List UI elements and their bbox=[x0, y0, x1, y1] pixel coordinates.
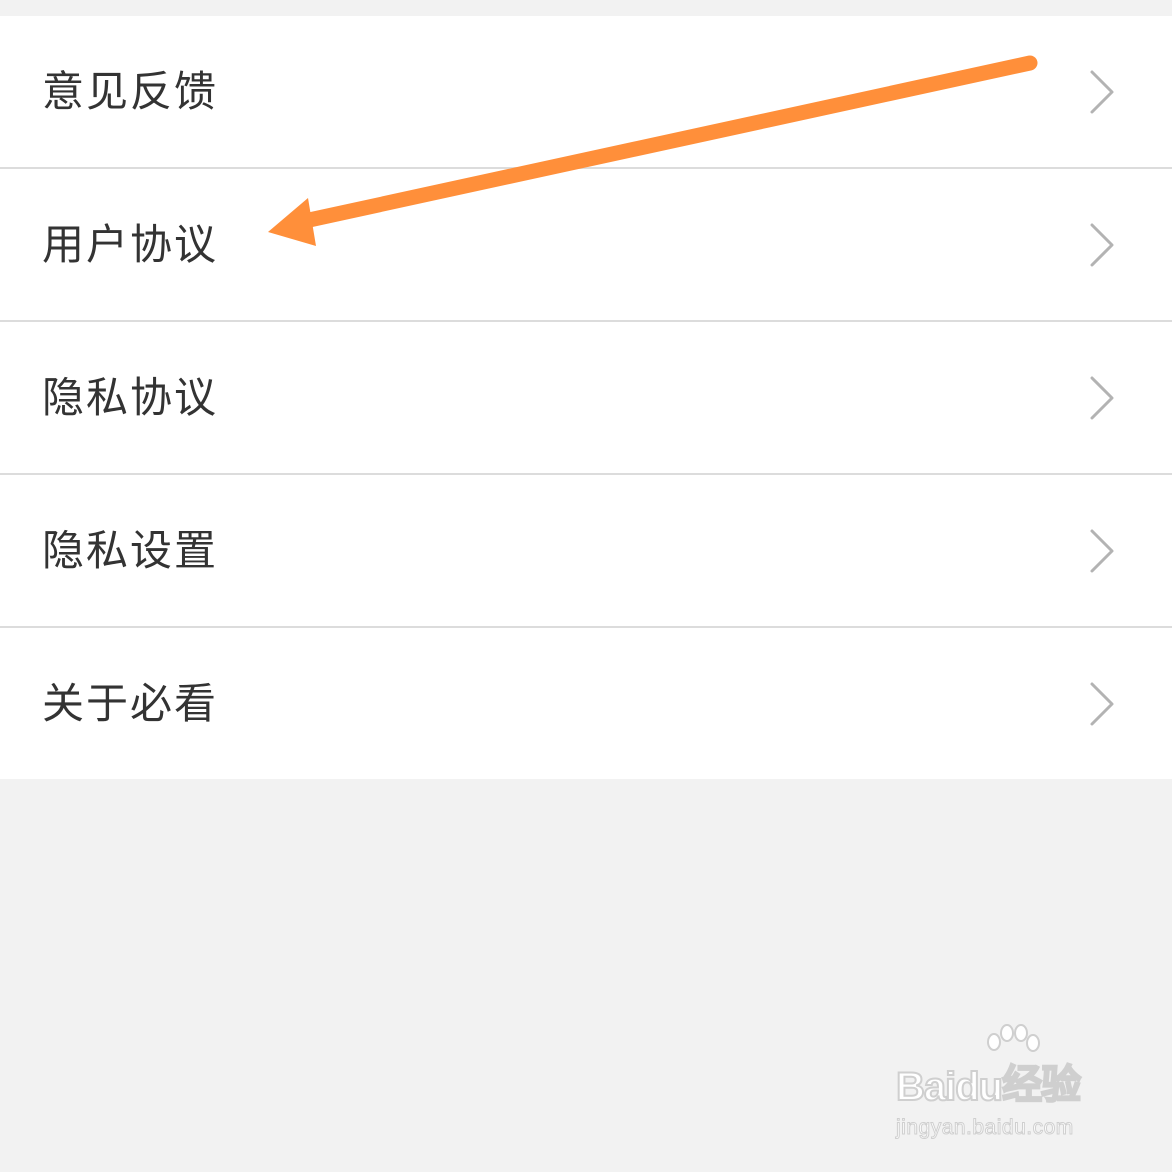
settings-menu: 意见反馈 用户协议 隐私协议 隐私设置 关于必看 bbox=[0, 16, 1172, 779]
chevron-right-icon bbox=[1090, 70, 1114, 113]
menu-item-label: 意见反馈 bbox=[42, 66, 219, 116]
menu-item-privacy-agreement[interactable]: 隐私协议 bbox=[0, 322, 1172, 475]
menu-item-user-agreement[interactable]: 用户协议 bbox=[0, 169, 1172, 322]
chevron-right-icon bbox=[1090, 223, 1114, 266]
chevron-right-icon bbox=[1090, 682, 1114, 725]
menu-item-label: 隐私设置 bbox=[42, 525, 219, 575]
watermark-url: jingyan.baidu.com bbox=[896, 1116, 1074, 1140]
chevron-right-icon bbox=[1090, 529, 1114, 572]
watermark-logo-du: du bbox=[954, 1064, 1004, 1110]
menu-item-privacy-settings[interactable]: 隐私设置 bbox=[0, 475, 1172, 628]
watermark-logo-jingyan: 经验 bbox=[1001, 1062, 1082, 1108]
menu-item-label: 关于必看 bbox=[42, 678, 219, 728]
menu-item-about[interactable]: 关于必看 bbox=[0, 628, 1172, 779]
menu-item-feedback[interactable]: 意见反馈 bbox=[0, 16, 1172, 169]
chevron-right-icon bbox=[1090, 376, 1114, 419]
menu-item-label: 隐私协议 bbox=[42, 372, 219, 422]
watermark-logo-bai: Bai bbox=[895, 1064, 957, 1110]
baidu-jingyan-watermark: Bai du 经验 jingyan.baidu.com bbox=[895, 1024, 1108, 1144]
watermark-logo: Bai du 经验 bbox=[895, 1052, 1082, 1110]
menu-item-label: 用户协议 bbox=[42, 219, 219, 269]
